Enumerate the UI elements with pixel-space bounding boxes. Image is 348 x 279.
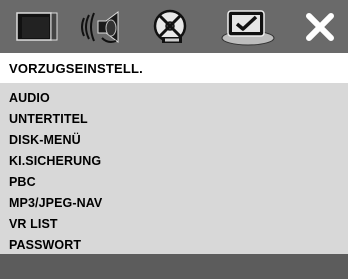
menu-item-subtitle[interactable]: UNTERTITEL	[9, 112, 88, 126]
menu-item-parental[interactable]: KI.SICHERUNG	[9, 154, 101, 168]
menu-item-pbc[interactable]: PBC	[9, 175, 36, 189]
menu-item-audio[interactable]: AUDIO	[9, 91, 50, 105]
osd-setup-screen: VORZUGSEINSTELL. AUDIO UNTERTITEL DISK-M…	[0, 0, 348, 279]
panel-title-bar: VORZUGSEINSTELL.	[0, 53, 348, 83]
setup-tab-bar	[0, 0, 348, 53]
menu-item-disc-menu[interactable]: DISK-MENÜ	[9, 133, 81, 147]
preferences-icon[interactable]	[220, 8, 276, 46]
bottom-info-bar	[0, 254, 348, 279]
menu-item-vr-list[interactable]: VR LIST	[9, 217, 58, 231]
disc-icon[interactable]	[146, 8, 196, 46]
preferences-menu: AUDIO UNTERTITEL DISK-MENÜ KI.SICHERUNG …	[0, 83, 348, 254]
audio-speaker-icon[interactable]	[78, 8, 128, 46]
exit-x-icon[interactable]	[300, 8, 340, 46]
menu-item-mp3-jpeg-nav[interactable]: MP3/JPEG-NAV	[9, 196, 102, 210]
menu-item-password[interactable]: PASSWORT	[9, 238, 81, 252]
display-icon[interactable]	[14, 8, 60, 46]
panel-title: VORZUGSEINSTELL.	[9, 61, 143, 76]
